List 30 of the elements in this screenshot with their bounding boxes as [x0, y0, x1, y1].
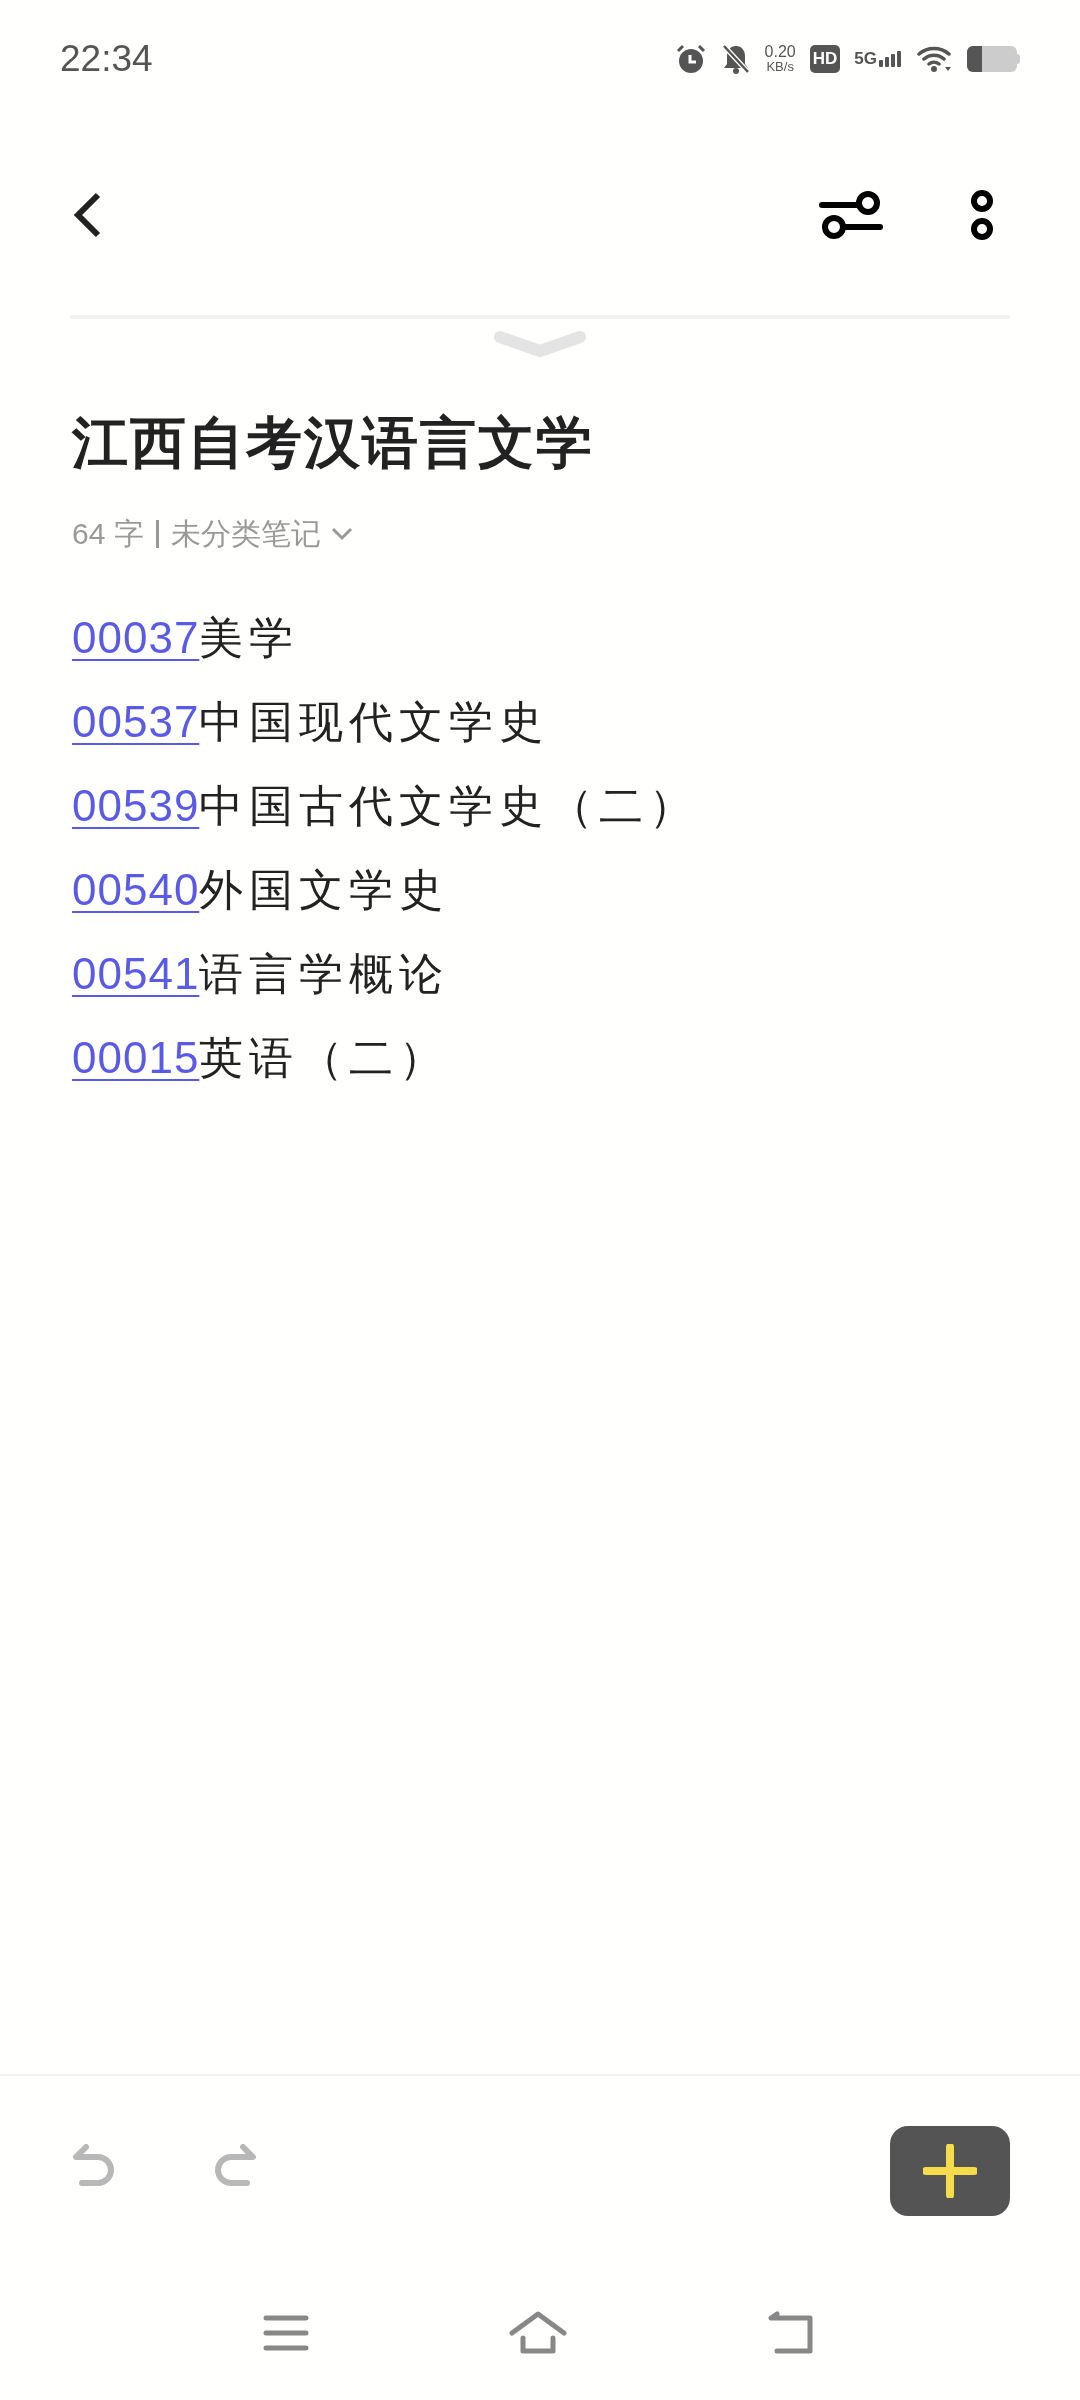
course-name: 美学 [199, 612, 300, 664]
hd-badge: HD [809, 44, 841, 73]
course-name: 中国古代文学史（二） [199, 780, 700, 832]
home-icon[interactable] [509, 2311, 567, 2355]
course-code-link[interactable]: 00037 [72, 605, 200, 671]
add-button[interactable] [890, 2126, 1010, 2216]
signal-icon [879, 51, 903, 67]
course-name: 外国文学史 [199, 864, 450, 916]
collapse-handle-icon[interactable] [494, 329, 586, 357]
course-code-link[interactable]: 00015 [72, 1025, 200, 1091]
status-time: 22:34 [60, 36, 153, 81]
network-type: 5G [854, 50, 877, 67]
course-code-link[interactable]: 00539 [72, 773, 200, 839]
muted-bell-icon [720, 42, 751, 75]
course-name: 中国现代文学史 [199, 696, 550, 748]
alarm-icon [674, 42, 707, 75]
category-dropdown[interactable]: 未分类笔记 [170, 511, 353, 556]
chevron-down-icon [330, 526, 353, 541]
course-code-link[interactable]: 00537 [72, 689, 200, 755]
course-name: 语言学概论 [199, 948, 450, 1000]
network-speed: 0.20 [764, 44, 796, 60]
course-code-link[interactable]: 00540 [72, 857, 200, 923]
plus-icon [923, 2144, 977, 2198]
battery-icon [967, 45, 1020, 72]
word-count: 64 字 [72, 516, 144, 552]
note-title[interactable]: 江西自考汉语言文学 [72, 405, 1008, 481]
menu-icon[interactable] [263, 2314, 309, 2352]
course-name: 英语（二） [199, 1032, 450, 1084]
course-code-link[interactable]: 00541 [72, 941, 200, 1007]
network-speed-unit: KB/s [766, 60, 794, 73]
